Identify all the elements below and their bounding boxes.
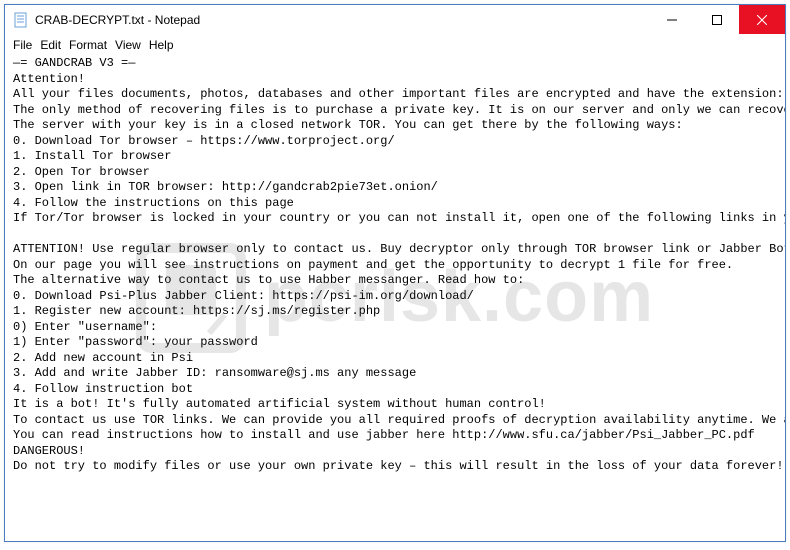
notepad-window: CRAB-DECRYPT.txt - Notepad File Edit For… <box>4 4 786 542</box>
notepad-icon <box>13 12 29 28</box>
window-title: CRAB-DECRYPT.txt - Notepad <box>35 13 649 27</box>
titlebar[interactable]: CRAB-DECRYPT.txt - Notepad <box>5 5 785 35</box>
menu-edit[interactable]: Edit <box>36 38 65 52</box>
menu-file[interactable]: File <box>9 38 36 52</box>
menu-view[interactable]: View <box>111 38 145 52</box>
menu-help[interactable]: Help <box>145 38 178 52</box>
close-button[interactable] <box>739 5 785 34</box>
maximize-button[interactable] <box>694 5 739 34</box>
text-area[interactable]: pcrisk.com—= GANDCRAB V3 =— Attention! A… <box>5 54 785 541</box>
window-controls <box>649 5 785 35</box>
menubar: File Edit Format View Help <box>5 35 785 54</box>
minimize-button[interactable] <box>649 5 694 34</box>
menu-format[interactable]: Format <box>65 38 111 52</box>
text-content: —= GANDCRAB V3 =— Attention! All your fi… <box>13 56 785 473</box>
